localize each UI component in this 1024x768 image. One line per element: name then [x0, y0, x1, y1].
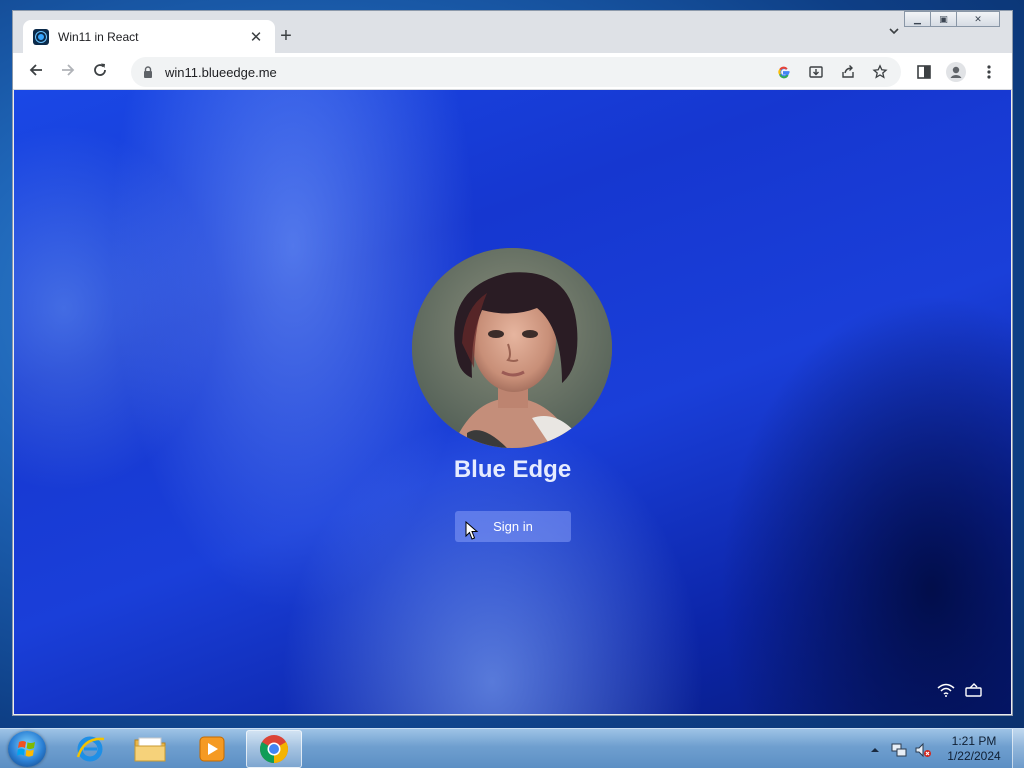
internet-explorer-taskbar-button[interactable] — [62, 730, 118, 768]
tab-title: Win11 in React — [58, 29, 139, 44]
window-controls: ▁ ▣ ✕ — [904, 11, 1000, 28]
tab-win11-in-react[interactable]: Win11 in React ✕ — [23, 20, 275, 53]
show-hidden-icons-arrow[interactable] — [866, 741, 884, 759]
taskbar: 1:21 PM 1/22/2024 — [0, 728, 1024, 768]
show-desktop-button[interactable] — [1012, 729, 1024, 768]
network-icon[interactable] — [890, 741, 908, 759]
close-window-button[interactable]: ✕ — [956, 11, 1000, 27]
internet-explorer-icon — [76, 736, 105, 762]
windows-logo-icon — [17, 741, 35, 757]
tab-search-chevron-down-icon[interactable] — [885, 25, 903, 43]
system-clock[interactable]: 1:21 PM 1/22/2024 — [940, 734, 1008, 764]
url-text[interactable]: win11.blueedge.me — [165, 65, 773, 80]
profile-avatar-icon[interactable] — [945, 61, 967, 83]
lock-icon[interactable] — [141, 65, 155, 79]
lockscreen-page: Blue Edge Sign in — [14, 90, 1011, 714]
kebab-menu-icon[interactable] — [978, 61, 1000, 83]
reload-icon — [94, 63, 106, 76]
volume-muted-icon[interactable] — [914, 741, 932, 759]
chrome-taskbar-button[interactable] — [246, 730, 302, 768]
wifi-icon[interactable] — [936, 681, 956, 699]
tab-strip: Win11 in React ✕ + ▁ ▣ ✕ — [13, 11, 1012, 53]
minimize-button[interactable]: ▁ — [904, 11, 931, 27]
clock-time: 1:21 PM — [951, 734, 997, 748]
reload-button[interactable] — [87, 59, 113, 85]
bookmark-star-icon[interactable] — [869, 61, 891, 83]
win11-react-favicon-icon — [33, 28, 49, 45]
user-portrait-image — [412, 248, 612, 448]
media-player-icon — [199, 736, 225, 762]
windows-start-button[interactable] — [8, 731, 46, 767]
side-panel-icon[interactable] — [913, 61, 935, 83]
chrome-icon — [260, 735, 288, 763]
media-player-taskbar-button[interactable] — [184, 730, 240, 768]
user-avatar — [412, 248, 612, 448]
mouse-cursor-icon — [465, 521, 479, 540]
clock-date: 1/22/2024 — [947, 749, 1001, 763]
arrow-right-icon — [62, 64, 75, 76]
back-button[interactable] — [23, 59, 49, 85]
google-icon[interactable] — [773, 61, 795, 83]
battery-icon[interactable] — [964, 681, 984, 699]
forward-button[interactable] — [55, 59, 81, 85]
user-name: Blue Edge — [453, 456, 572, 483]
share-icon[interactable] — [837, 61, 859, 83]
file-explorer-icon — [134, 737, 166, 762]
file-explorer-taskbar-button[interactable] — [122, 730, 178, 768]
arrow-left-icon — [29, 64, 42, 76]
tab-close-icon[interactable]: ✕ — [247, 28, 265, 46]
browser-toolbar: win11.blueedge.me — [13, 53, 1012, 90]
address-bar[interactable]: win11.blueedge.me — [131, 57, 901, 87]
restore-button[interactable]: ▣ — [930, 11, 957, 27]
new-tab-button[interactable]: + — [275, 25, 297, 47]
browser-window: Win11 in React ✕ + ▁ ▣ ✕ win11.blueedge.… — [12, 10, 1013, 716]
install-app-icon[interactable] — [805, 61, 827, 83]
